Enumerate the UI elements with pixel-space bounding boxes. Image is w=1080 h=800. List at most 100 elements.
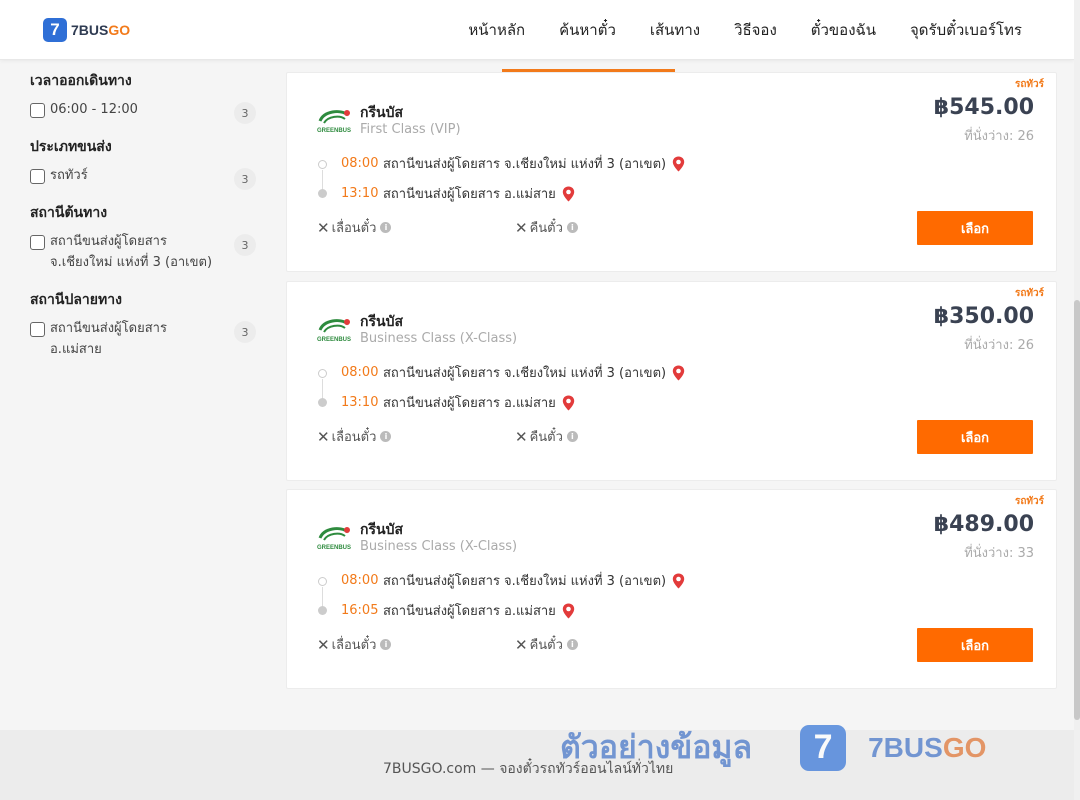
trip-price: ฿545.00 <box>933 95 1034 120</box>
trip-card: รถทัวร์ GREENBUS กรีนบัส First Class (VI… <box>286 72 1057 272</box>
page-scrollbar[interactable] <box>1074 0 1080 800</box>
trip-card: รถทัวร์ GREENBUS กรีนบัส Business Class … <box>286 489 1057 689</box>
svg-text:GREENBUS: GREENBUS <box>317 545 351 551</box>
departure-stop: 08:00 สถานีขนส่งผู้โดยสาร จ.เชียงใหม่ แห… <box>341 570 685 591</box>
location-pin-icon[interactable] <box>672 156 685 172</box>
watermark-logo-mark: 7 <box>800 724 847 771</box>
info-icon[interactable]: i <box>380 431 392 442</box>
departure-station: สถานีขนส่งผู้โดยสาร จ.เชียงใหม่ แห่งที่ … <box>383 157 667 172</box>
filter-count-badge: 3 <box>234 321 256 343</box>
watermark-text: ตัวอย่างข้อมูล <box>560 728 753 766</box>
seats-available: ที่นั่งว่าง: 33 <box>964 546 1034 561</box>
bus-class: Business Class (X-Class) <box>360 539 518 554</box>
trip-price: ฿350.00 <box>933 304 1034 329</box>
departure-time: 08:00 <box>341 156 379 171</box>
filter-checkbox[interactable] <box>30 169 45 184</box>
timeline-end-dot <box>318 398 327 407</box>
location-pin-icon[interactable] <box>562 603 575 619</box>
filter-sidebar: เวลาออกเดินทาง 06:00 - 12:00 3 ประเภทขนส… <box>30 70 258 376</box>
departure-stop: 08:00 สถานีขนส่งผู้โดยสาร จ.เชียงใหม่ แห… <box>341 362 685 383</box>
select-trip-button[interactable]: เลือก <box>917 211 1033 245</box>
departure-time: 08:00 <box>341 365 379 380</box>
filter-checkbox[interactable] <box>30 103 45 118</box>
close-icon: ✕ <box>515 635 528 654</box>
arrival-stop: 13:10 สถานีขนส่งผู้โดยสาร อ.แม่สาย <box>341 183 575 204</box>
filter-option[interactable]: รถทัวร์ 3 <box>30 168 258 190</box>
filter-option-label: 06:00 - 12:00 <box>50 102 138 117</box>
timeline-start-dot <box>318 160 327 169</box>
site-header: 7 7BUSGO หน้าหลัก ค้นหาตั๋ว เส้นทาง วิธี… <box>0 0 1074 60</box>
info-icon[interactable]: i <box>566 639 578 650</box>
reschedule-label: เลื่อนตั๋ว <box>331 221 377 236</box>
timeline-start-dot <box>318 577 327 586</box>
filter-checkbox[interactable] <box>30 322 45 337</box>
filter-option[interactable]: สถานีขนส่งผู้โดยสาร จ.เชียงใหม่ แห่งที่ … <box>30 234 258 273</box>
location-pin-icon[interactable] <box>672 573 685 589</box>
departure-station: สถานีขนส่งผู้โดยสาร จ.เชียงใหม่ แห่งที่ … <box>383 574 667 589</box>
greenbus-logo-icon: GREENBUS <box>317 110 351 134</box>
filter-count-badge: 3 <box>234 168 256 190</box>
transport-tag: รถทัวร์ <box>1014 496 1044 507</box>
logo-text: 7BUSGO <box>71 22 131 38</box>
refund-label: คืนตั๋ว <box>529 638 563 653</box>
filter-option[interactable]: สถานีขนส่งผู้โดยสาร อ.แม่สาย 3 <box>30 321 258 360</box>
close-icon: ✕ <box>317 427 330 446</box>
operator-name: กรีนบัส <box>360 314 403 330</box>
filter-checkbox[interactable] <box>30 235 45 250</box>
nav-home[interactable]: หน้าหลัก <box>468 18 525 42</box>
nav-ticket-pickup[interactable]: จุดรับตั๋วเบอร์โทร <box>910 18 1022 42</box>
filter-option-label: สถานีขนส่งผู้โดยสาร จ.เชียงใหม่ แห่งที่ … <box>50 234 213 270</box>
location-pin-icon[interactable] <box>562 186 575 202</box>
nav-how-to-book[interactable]: วิธีจอง <box>734 18 777 42</box>
close-icon: ✕ <box>515 218 528 237</box>
seats-available: ที่นั่งว่าง: 26 <box>964 338 1034 353</box>
bus-class: Business Class (X-Class) <box>360 331 518 346</box>
info-icon[interactable]: i <box>380 639 392 650</box>
refund-policy: ✕ คืนตั๋ว i <box>515 217 578 238</box>
arrival-stop: 13:10 สถานีขนส่งผู้โดยสาร อ.แม่สาย <box>341 392 575 413</box>
nav-search-tickets[interactable]: ค้นหาตั๋ว <box>559 18 616 42</box>
filter-origin-station: สถานีต้นทาง สถานีขนส่งผู้โดยสาร จ.เชียงใ… <box>30 202 258 273</box>
close-icon: ✕ <box>317 218 330 237</box>
select-trip-button[interactable]: เลือก <box>917 420 1033 454</box>
greenbus-logo-icon: GREENBUS <box>317 527 351 551</box>
refund-label: คืนตั๋ว <box>529 430 563 445</box>
arrival-stop: 16:05 สถานีขนส่งผู้โดยสาร อ.แม่สาย <box>341 600 575 621</box>
refund-policy: ✕ คืนตั๋ว i <box>515 426 578 447</box>
refund-label: คืนตั๋ว <box>529 221 563 236</box>
departure-station: สถานีขนส่งผู้โดยสาร จ.เชียงใหม่ แห่งที่ … <box>383 366 667 381</box>
arrival-station: สถานีขนส่งผู้โดยสาร อ.แม่สาย <box>383 396 556 411</box>
filter-option[interactable]: 06:00 - 12:00 3 <box>30 102 258 124</box>
departure-stop: 08:00 สถานีขนส่งผู้โดยสาร จ.เชียงใหม่ แห… <box>341 153 685 174</box>
filter-title: สถานีปลายทาง <box>30 292 122 308</box>
nav-routes[interactable]: เส้นทาง <box>650 18 700 42</box>
filter-transport-type: ประเภทขนส่ง รถทัวร์ 3 <box>30 136 258 190</box>
refund-policy: ✕ คืนตั๋ว i <box>515 634 578 655</box>
arrival-time: 16:05 <box>341 603 379 618</box>
select-trip-button[interactable]: เลือก <box>917 628 1033 662</box>
logo-mark: 7 <box>43 18 67 42</box>
operator-name: กรีนบัส <box>360 522 403 538</box>
reschedule-policy: ✕ เลื่อนตั๋ว i <box>317 426 392 447</box>
svg-text:GREENBUS: GREENBUS <box>317 337 351 343</box>
filter-title: เวลาออกเดินทาง <box>30 73 132 89</box>
scrollbar-thumb[interactable] <box>1074 300 1080 720</box>
close-icon: ✕ <box>515 427 528 446</box>
arrival-time: 13:10 <box>341 395 379 410</box>
filter-title: ประเภทขนส่ง <box>30 139 112 155</box>
info-icon[interactable]: i <box>566 222 578 233</box>
arrival-station: สถานีขนส่งผู้โดยสาร อ.แม่สาย <box>383 604 556 619</box>
svg-text:GREENBUS: GREENBUS <box>317 128 351 134</box>
location-pin-icon[interactable] <box>672 365 685 381</box>
info-icon[interactable]: i <box>380 222 392 233</box>
arrival-station: สถานีขนส่งผู้โดยสาร อ.แม่สาย <box>383 187 556 202</box>
info-icon[interactable]: i <box>566 431 578 442</box>
transport-tag: รถทัวร์ <box>1014 288 1044 299</box>
main-nav: หน้าหลัก ค้นหาตั๋ว เส้นทาง วิธีจอง ตั๋วข… <box>434 0 1022 60</box>
location-pin-icon[interactable] <box>562 395 575 411</box>
site-logo[interactable]: 7 7BUSGO <box>43 18 130 42</box>
seats-available: ที่นั่งว่าง: 26 <box>964 129 1034 144</box>
sample-watermark: ตัวอย่างข้อมูล 7 7BUSGO <box>560 722 986 773</box>
watermark-brand: 7BUSGO <box>868 731 987 763</box>
nav-my-tickets[interactable]: ตั๋วของฉัน <box>811 18 876 42</box>
